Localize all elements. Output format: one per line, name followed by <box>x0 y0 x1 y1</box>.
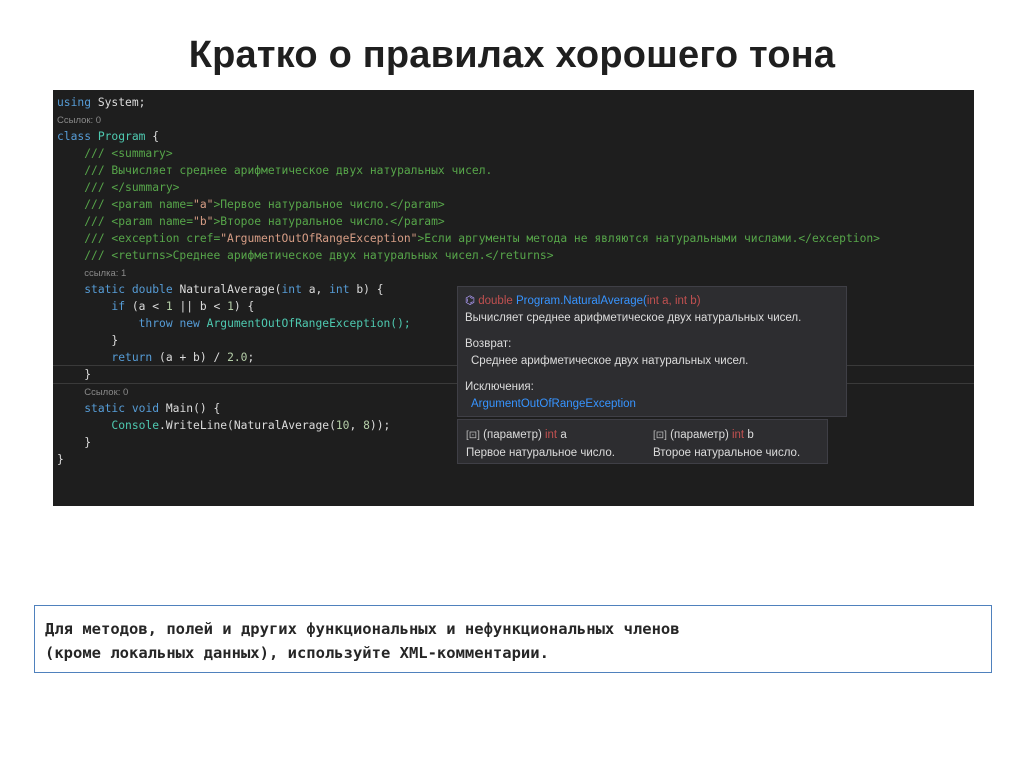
code-line: class Program { <box>53 128 974 145</box>
code-text: a, <box>301 283 330 296</box>
tooltip-returns-label: Возврат: <box>465 338 512 350</box>
number-literal: 1 <box>227 300 234 313</box>
param-description: Второе натуральное число. <box>653 447 801 459</box>
code-text: } <box>57 453 64 466</box>
param-label: (параметр) <box>479 429 545 441</box>
code-text: } <box>84 368 92 381</box>
param-description: Первое натуральное число. <box>466 447 615 459</box>
keyword: return <box>111 351 153 364</box>
code-line: /// </summary> <box>53 179 974 196</box>
note-line: (кроме локальных данных), используйте XM… <box>45 644 549 662</box>
code-text: } <box>84 436 92 449</box>
tooltip-signature: ⌬ double Program.NaturalAverage(int a, i… <box>465 293 839 310</box>
code-line: /// <summary> <box>53 145 974 162</box>
class-name: Program <box>97 130 146 143</box>
param-type: int <box>731 429 745 441</box>
code-line: /// <param name="b">Второе натуральное ч… <box>53 213 974 230</box>
note-line: Для методов, полей и других функциональн… <box>45 620 680 638</box>
xml-comment: >Если аргументы метода не являются натур… <box>417 232 881 245</box>
code-text: , <box>349 419 364 432</box>
method-icon: ⌬ <box>465 295 476 307</box>
code-text: (a + b) / <box>152 351 228 364</box>
signature-param: a, <box>658 295 675 307</box>
keyword: class <box>57 130 92 143</box>
codelens-line: Ссылок: 0 <box>53 111 974 128</box>
code-line: /// Вычисляет среднее арифметическое дву… <box>53 162 974 179</box>
parameters-panel: [⊡] (параметр) int a Первое натуральное … <box>457 419 828 464</box>
tooltip-summary: Вычисляет среднее арифметическое двух на… <box>465 312 802 324</box>
xml-comment: >Второе натуральное число.</param> <box>213 215 445 228</box>
parameter-icon: [⊡] <box>466 430 480 441</box>
code-text: (a < <box>125 300 166 313</box>
xml-comment: /// <param name= <box>84 198 194 211</box>
number-literal: 10 <box>335 419 350 432</box>
codelens-references[interactable]: Ссылок: 0 <box>57 115 101 126</box>
number-literal: 1 <box>165 300 173 313</box>
xml-comment: /// </summary> <box>84 181 180 194</box>
keyword: int <box>329 283 350 296</box>
signature-type: double <box>478 295 513 307</box>
codelens-line: ссылка: 1 <box>53 264 974 281</box>
code-line: /// <param name="a">Первое натуральное ч… <box>53 196 974 213</box>
code-text: ; <box>247 351 255 364</box>
param-label: (параметр) <box>666 429 732 441</box>
code-text: Main() { <box>159 402 221 415</box>
exception-link[interactable]: ArgumentOutOfRangeException <box>465 396 839 413</box>
signature-type: int <box>674 295 688 307</box>
code-line: /// <exception cref="ArgumentOutOfRangeE… <box>53 230 974 247</box>
xml-comment: /// Вычисляет среднее арифметическое дву… <box>84 164 493 177</box>
signature-name[interactable]: Program.NaturalAverage( <box>513 295 647 307</box>
keyword: new <box>179 317 200 330</box>
param-name: a <box>557 429 567 441</box>
code-line: using System; <box>53 94 974 111</box>
keyword: void <box>131 402 160 415</box>
code-text: System; <box>91 96 146 109</box>
code-line: /// <returns>Среднее арифметическое двух… <box>53 247 974 264</box>
code-text: { <box>145 130 160 143</box>
codelens-references[interactable]: ссылка: 1 <box>84 268 126 279</box>
keyword: double <box>131 283 173 296</box>
xml-comment: >Первое натуральное число.</param> <box>213 198 445 211</box>
codelens-references[interactable]: Ссылок: 0 <box>84 387 128 398</box>
number-literal: 2.0 <box>227 351 248 364</box>
class-name: ArgumentOutOfRangeException(); <box>199 317 411 330</box>
code-text: } <box>111 334 119 347</box>
keyword: int <box>281 283 302 296</box>
fold-toggle-icon[interactable] <box>53 132 58 141</box>
note-box: Для методов, полей и других функциональн… <box>34 605 992 673</box>
signature-type: int <box>646 295 659 307</box>
keyword: static <box>84 283 126 296</box>
signature-param: b) <box>687 295 701 307</box>
quickinfo-tooltip: ⌬ double Program.NaturalAverage(int a, i… <box>457 286 847 417</box>
method-name: NaturalAverage( <box>172 283 282 296</box>
code-text: )); <box>369 419 391 432</box>
number-literal: 8 <box>363 419 370 432</box>
keyword: using <box>57 96 92 109</box>
slide-title: Кратко о правилах хорошего тона <box>188 34 836 76</box>
xml-comment: /// <exception cref= <box>84 232 221 245</box>
param-b: [⊡] (параметр) int b Второе натуральное … <box>653 426 800 462</box>
param-name: b <box>744 429 754 441</box>
xml-comment: /// <summary> <box>84 147 173 160</box>
code-text: .WriteLine(NaturalAverage( <box>159 419 336 432</box>
code-text: || b < <box>172 300 228 313</box>
code-text: ) { <box>233 300 255 313</box>
class-name: Console <box>111 419 160 432</box>
tooltip-exceptions-label: Исключения: <box>465 381 534 393</box>
tooltip-returns-text: Среднее арифметическое двух натуральных … <box>471 355 749 367</box>
keyword: if <box>111 300 126 313</box>
keyword: static <box>84 402 126 415</box>
param-type: int <box>544 429 558 441</box>
xml-string: "a" <box>193 198 214 211</box>
param-a: [⊡] (параметр) int a Первое натуральное … <box>466 426 615 462</box>
xml-string: "b" <box>193 215 214 228</box>
code-text: b) { <box>349 283 384 296</box>
keyword: throw <box>138 317 173 330</box>
parameter-icon: [⊡] <box>653 430 667 441</box>
xml-string: "ArgumentOutOfRangeException" <box>220 232 418 245</box>
xml-comment: /// <param name= <box>84 215 194 228</box>
xml-comment: /// <returns>Среднее арифметическое двух… <box>84 249 554 262</box>
